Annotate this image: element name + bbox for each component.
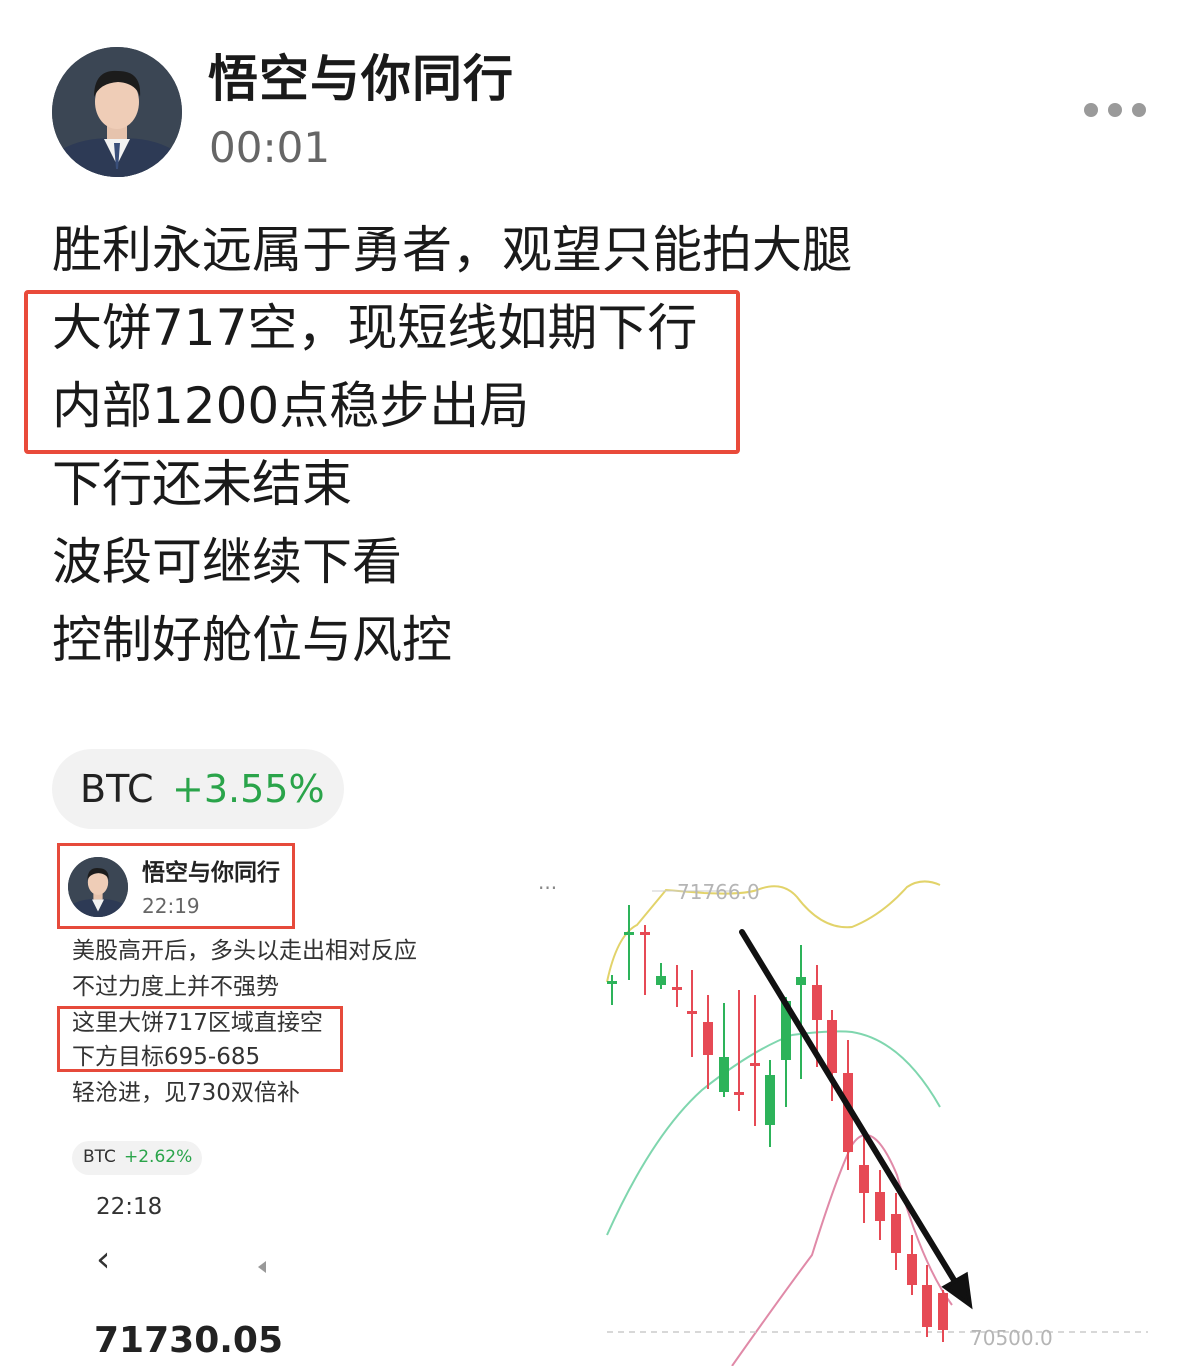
candle-body <box>796 977 806 985</box>
low-price-label: 70500.0 <box>970 1326 1053 1350</box>
author-avatar[interactable] <box>52 47 182 177</box>
candle-body <box>765 1075 775 1125</box>
attached-image[interactable]: 悟空与你同行 22:19 美股高开后，多头以走出相对反应 不过力度上并不强势 这… <box>52 835 1148 1366</box>
post-line-4: 下行还未结束 <box>52 455 352 513</box>
post-line-5: 波段可继续下看 <box>52 533 402 591</box>
candle-body <box>812 985 822 1020</box>
post-line-1: 胜利永远属于勇者，观望只能拍大腿 <box>52 221 852 279</box>
ticker-chip[interactable]: BTC +3.55% <box>52 749 344 829</box>
more-options-icon[interactable] <box>1084 103 1146 121</box>
candle-body <box>938 1293 948 1330</box>
candle-body <box>891 1214 901 1253</box>
candle-body <box>656 976 666 985</box>
candle-body <box>719 1057 729 1092</box>
avatar-portrait <box>52 47 182 177</box>
candles <box>607 905 948 1342</box>
candle-body <box>859 1165 869 1193</box>
post-time: 00:01 <box>209 123 331 172</box>
candle-body <box>827 1020 837 1073</box>
post-line-6: 控制好舱位与风控 <box>52 611 452 669</box>
candle-body <box>875 1192 885 1221</box>
candle-body <box>687 1011 697 1014</box>
candle-body <box>922 1285 932 1327</box>
candle-body <box>907 1254 917 1285</box>
candle-body <box>640 932 650 935</box>
candlestick-chart: 71766.0 70500.0 <box>606 880 1148 1366</box>
high-price-label: 71766.0 <box>677 880 760 904</box>
candle-body <box>607 981 617 984</box>
trend-arrow <box>739 929 973 1310</box>
ticker-change: +3.55% <box>172 767 325 811</box>
candle-body <box>624 932 634 935</box>
candle-body <box>703 1022 713 1055</box>
highlight-box <box>24 290 740 454</box>
band-middle <box>606 1030 941 1236</box>
candle-body <box>750 1063 760 1066</box>
band-upper <box>606 880 941 983</box>
candle-body <box>672 987 682 990</box>
candle-body <box>734 1092 744 1095</box>
author-name[interactable]: 悟空与你同行 <box>208 44 514 114</box>
ticker-symbol: BTC <box>80 767 154 811</box>
